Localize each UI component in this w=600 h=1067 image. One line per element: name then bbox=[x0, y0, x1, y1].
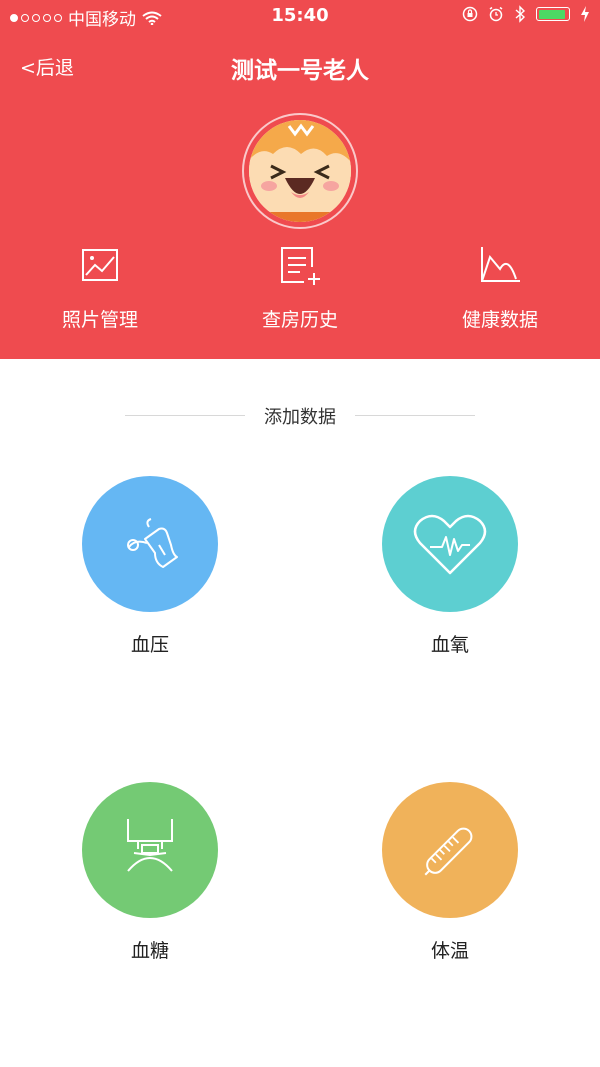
status-right bbox=[462, 5, 590, 23]
quick-action-photos[interactable]: 照片管理 bbox=[0, 245, 200, 332]
measure-blood-oxygen[interactable]: 血氧 bbox=[350, 476, 550, 657]
measure-circle bbox=[382, 782, 518, 918]
measure-blood-pressure[interactable]: 血压 bbox=[50, 476, 250, 657]
charging-icon bbox=[581, 6, 589, 22]
avatar-ring bbox=[242, 113, 358, 229]
section-divider-right bbox=[355, 415, 475, 416]
quick-action-label: 照片管理 bbox=[61, 309, 138, 331]
measure-label: 血糖 bbox=[130, 940, 169, 962]
avatar-face-icon bbox=[249, 120, 351, 222]
battery-level bbox=[538, 9, 565, 19]
measure-circle bbox=[82, 476, 218, 612]
page-title: 测试一号老人 bbox=[231, 58, 369, 84]
orientation-lock-icon bbox=[462, 6, 478, 22]
thermometer-icon bbox=[424, 827, 473, 876]
quick-action-health-data[interactable]: 健康数据 bbox=[400, 245, 600, 332]
measure-circle bbox=[382, 476, 518, 612]
quick-action-label: 健康数据 bbox=[461, 309, 538, 331]
blood-pressure-cuff-icon bbox=[127, 518, 178, 568]
bluetooth-icon bbox=[515, 5, 526, 23]
alarm-icon bbox=[489, 6, 503, 22]
header: 中国移动 15:40 <后退 测试一号老人 照片管理 查房历史 健康数据 bbox=[0, 0, 600, 359]
list-add-icon bbox=[281, 247, 320, 285]
measure-body-temperature[interactable]: 体温 bbox=[350, 782, 550, 963]
nav-bar: <后退 测试一号老人 bbox=[0, 45, 600, 89]
battery-icon bbox=[536, 7, 570, 21]
heart-pulse-icon bbox=[413, 514, 487, 575]
section-title: 添加数据 bbox=[264, 407, 336, 428]
photo-icon bbox=[82, 249, 118, 281]
measure-circle bbox=[82, 782, 218, 918]
chart-icon bbox=[481, 247, 520, 282]
measure-label: 体温 bbox=[430, 940, 469, 962]
status-bar: 中国移动 15:40 bbox=[0, 0, 600, 30]
glucose-meter-icon bbox=[127, 819, 173, 872]
quick-action-ward-history[interactable]: 查房历史 bbox=[200, 245, 400, 332]
quick-action-label: 查房历史 bbox=[261, 309, 338, 331]
avatar[interactable] bbox=[249, 120, 351, 222]
measure-blood-glucose[interactable]: 血糖 bbox=[50, 782, 250, 963]
measure-label: 血氧 bbox=[430, 634, 469, 656]
measure-label: 血压 bbox=[130, 634, 169, 656]
